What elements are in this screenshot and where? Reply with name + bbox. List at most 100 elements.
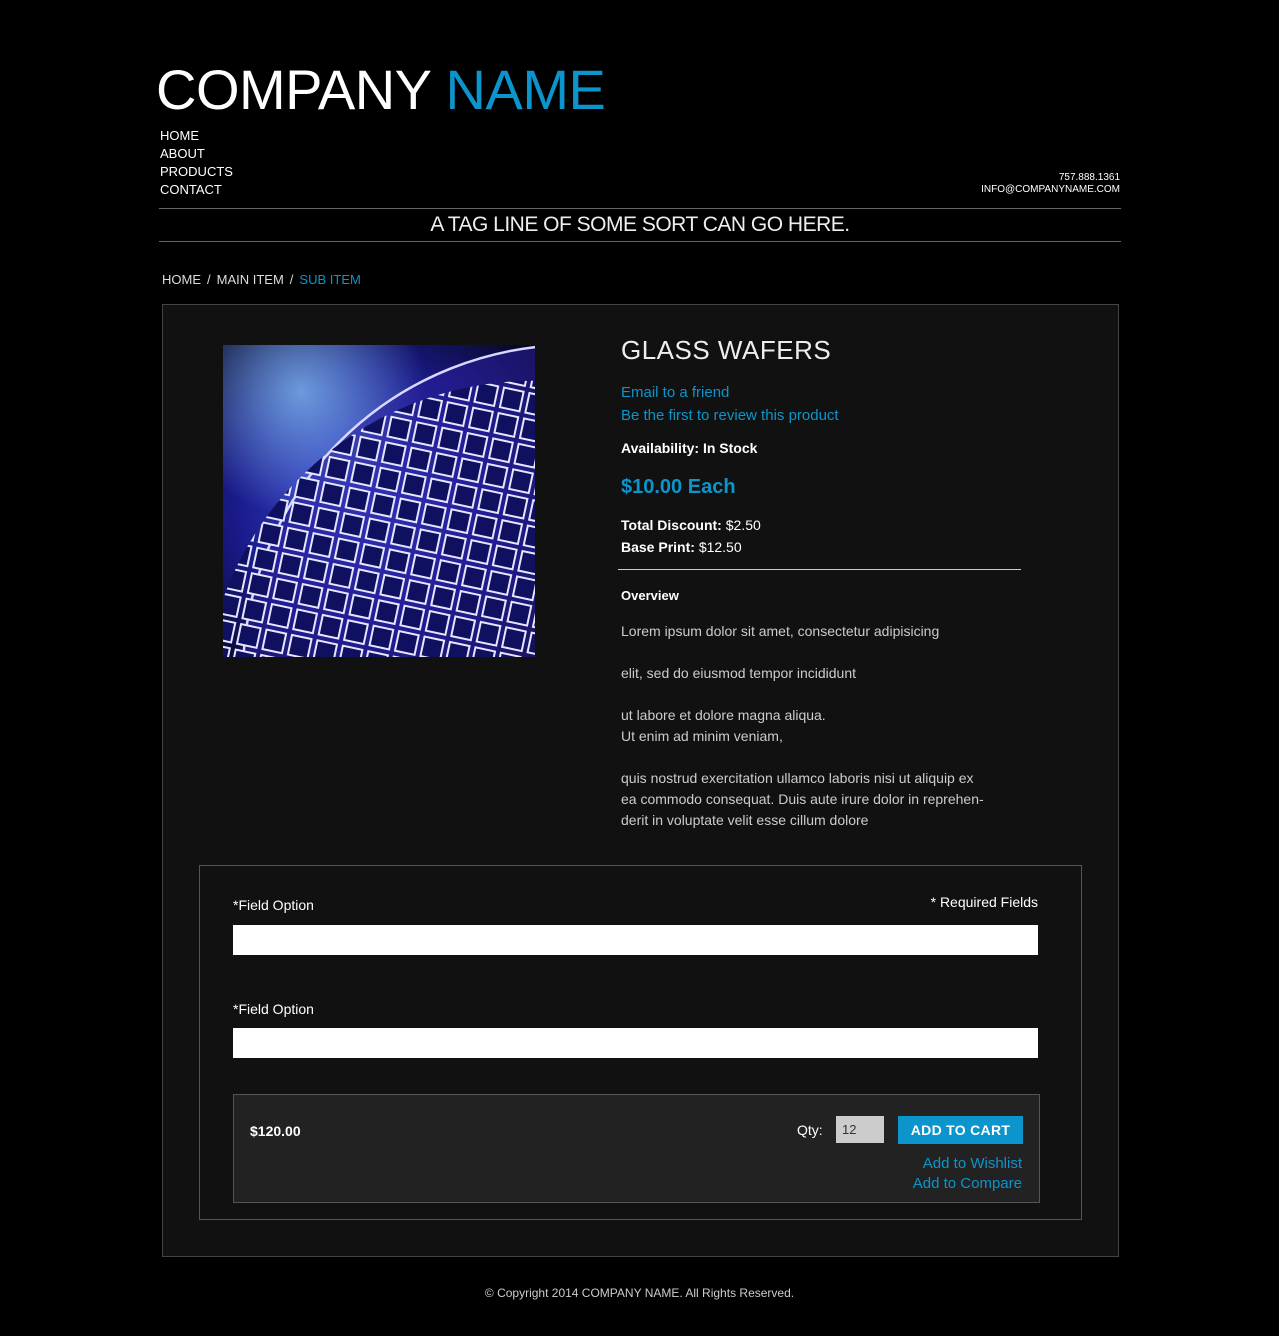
- wafer-die: [369, 491, 397, 519]
- info-divider: [618, 569, 1021, 570]
- logo-company: COMPANY: [156, 58, 431, 121]
- wafer-die: [506, 600, 533, 627]
- wafer-die: [446, 508, 473, 535]
- wafer-die: [302, 557, 329, 584]
- nav-contact[interactable]: CONTACT: [160, 181, 233, 199]
- wafer-die: [435, 559, 462, 586]
- required-fields-note: * Required Fields: [930, 894, 1038, 910]
- wafer-die: [292, 608, 319, 635]
- wafer-die: [399, 604, 426, 631]
- wafer-die: [502, 493, 529, 520]
- base-print-value: $12.50: [698, 539, 742, 555]
- wafer-die: [491, 544, 518, 571]
- wafer-die: [426, 477, 453, 504]
- wafer-die: [313, 506, 340, 533]
- wafer-die: [319, 481, 346, 508]
- nav-about[interactable]: ABOUT: [160, 145, 233, 163]
- logo-name: NAME: [445, 58, 606, 121]
- wafer-die: [466, 539, 493, 566]
- wafer-die: [477, 488, 504, 515]
- wafer-die: [349, 461, 377, 488]
- breadcrumb-home[interactable]: HOME: [162, 272, 201, 287]
- wafer-die: [373, 599, 400, 626]
- wafer-die: [364, 517, 391, 544]
- wafer-die: [375, 466, 402, 493]
- wafer-die: [417, 395, 444, 422]
- wafer-die: [282, 526, 309, 553]
- wafer-die: [312, 639, 339, 657]
- wafer-die: [487, 437, 514, 464]
- wafer-die: [455, 589, 482, 616]
- wafer-die: [328, 562, 355, 589]
- add-to-cart-box: $120.00 Qty: ADD TO CART Add to Wishlist…: [233, 1094, 1040, 1203]
- email-friend-link[interactable]: Email to a friend: [621, 384, 1021, 401]
- wafer-die: [384, 548, 411, 575]
- product-image[interactable]: [223, 345, 535, 657]
- wafer-die: [348, 593, 375, 620]
- wafer-die: [261, 628, 288, 655]
- wafer-die: [386, 415, 413, 442]
- wafer-die: [467, 406, 494, 433]
- product-info: GLASS WAFERS Email to a friend Be the fi…: [618, 335, 1021, 831]
- wafer-die: [419, 635, 446, 657]
- wafer-die: [406, 446, 433, 473]
- wafer-die: [368, 624, 395, 651]
- breadcrumb-main-item[interactable]: MAIN ITEM: [217, 272, 284, 287]
- field-option-label-2: *Field Option: [233, 1001, 314, 1017]
- glass-wafer-image: [223, 345, 535, 657]
- total-discount: Total Discount: $2.50: [621, 517, 1021, 533]
- wafer-die: [500, 626, 528, 653]
- wafer-die: [355, 435, 382, 462]
- tagline: A TAG LINE OF SOME SORT CAN GO HERE.: [430, 213, 850, 236]
- wafer-die: [430, 584, 457, 611]
- wafer-die: [460, 564, 487, 591]
- availability: Availability: In Stock: [621, 440, 758, 456]
- wafer-die: [286, 633, 313, 657]
- cart-total: $120.00: [250, 1123, 301, 1139]
- wafer-die: [431, 451, 458, 478]
- add-to-compare-link[interactable]: Add to Compare: [913, 1175, 1022, 1192]
- wafer-die: [507, 468, 535, 495]
- field-option-input-1[interactable]: [233, 925, 1038, 955]
- wafer-die: [451, 482, 478, 509]
- qty-label: Qty:: [797, 1122, 823, 1138]
- wafer-die: [517, 549, 535, 576]
- overview-text: Lorem ipsum dolor sit amet, consectetur …: [621, 623, 984, 828]
- review-link[interactable]: Be the first to review this product: [621, 407, 1021, 424]
- logo[interactable]: COMPANY NAME: [156, 62, 606, 118]
- nav-home[interactable]: HOME: [160, 127, 233, 145]
- wafer-die: [471, 513, 498, 540]
- wafer-die: [462, 431, 489, 458]
- wafer-die: [344, 486, 371, 513]
- wafer-die: [393, 629, 420, 657]
- wafer-die: [324, 455, 351, 482]
- wafer-die: [380, 441, 407, 468]
- base-print: Base Print: $12.50: [621, 539, 1021, 555]
- wafer-die: [511, 575, 535, 602]
- wafer-die: [288, 501, 315, 528]
- wafer-die: [493, 411, 520, 438]
- options-form: *Field Option * Required Fields *Field O…: [199, 865, 1082, 1220]
- wafer-die: [342, 619, 370, 646]
- wafer-die: [475, 620, 502, 647]
- qty-input[interactable]: [836, 1116, 884, 1143]
- nav-products[interactable]: PRODUCTS: [160, 163, 233, 181]
- wafer-die: [339, 511, 366, 539]
- tagline-top-rule: [159, 208, 1121, 209]
- wafer-die: [437, 426, 464, 453]
- header-contact: 757.888.1361 INFO@COMPANYNAME.COM: [981, 172, 1120, 196]
- wafer-die: [223, 592, 242, 619]
- add-to-wishlist-link[interactable]: Add to Wishlist: [923, 1155, 1022, 1172]
- breadcrumb-separator: /: [289, 272, 294, 287]
- wafer-die: [252, 546, 279, 573]
- add-to-cart-button[interactable]: ADD TO CART: [898, 1116, 1023, 1144]
- wafer-die: [480, 595, 507, 622]
- wafer-die: [257, 521, 284, 548]
- email-address[interactable]: INFO@COMPANYNAME.COM: [981, 184, 1120, 196]
- field-option-input-2[interactable]: [233, 1028, 1038, 1058]
- breadcrumb-sub-item[interactable]: SUB ITEM: [299, 272, 360, 287]
- wafer-die: [297, 582, 324, 609]
- wafer-die: [442, 401, 469, 428]
- wafer-die: [308, 532, 335, 559]
- discount-label: Total Discount:: [621, 517, 722, 533]
